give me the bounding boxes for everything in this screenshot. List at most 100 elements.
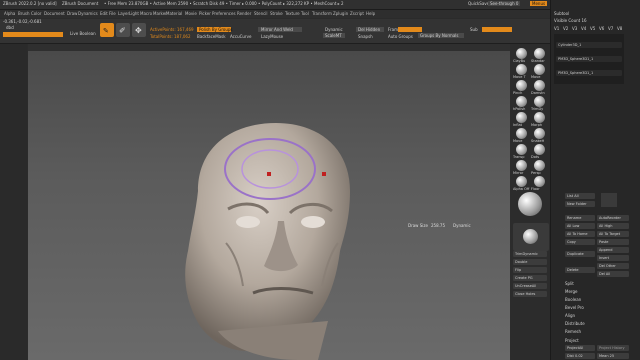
- geometry-option-4[interactable]: UnCreaseAll: [513, 283, 547, 289]
- bevel-pro-section[interactable]: Bevel Pro: [565, 305, 584, 310]
- tool-icon-15[interactable]: [534, 160, 545, 171]
- delete-button[interactable]: Delete: [565, 267, 595, 273]
- menu-brush[interactable]: Brush: [18, 11, 30, 16]
- geometry-option-5[interactable]: Close Holes: [513, 291, 547, 297]
- material-sphere-icon[interactable]: [518, 192, 542, 216]
- append-button[interactable]: Append: [597, 247, 629, 253]
- subdivision-slider[interactable]: [482, 27, 512, 32]
- geometry-option-1[interactable]: Double: [513, 259, 547, 265]
- version-tab-v7[interactable]: V7: [608, 26, 613, 31]
- tool-icon-13[interactable]: [534, 144, 545, 155]
- viewport-canvas[interactable]: Draw Size 258.75 Dynamic: [28, 51, 510, 360]
- all-low-button[interactable]: All Low: [565, 223, 595, 229]
- lazymouse-button[interactable]: LazyMouse: [261, 34, 283, 39]
- duplicate-button[interactable]: Duplicate: [565, 251, 595, 257]
- autoreorder-button[interactable]: AutoReorder: [597, 215, 629, 221]
- menu-preferences[interactable]: Preferences: [212, 11, 236, 16]
- tool-icon-10[interactable]: [516, 128, 527, 139]
- version-tab-v6[interactable]: V6: [599, 26, 604, 31]
- boolean-section[interactable]: Boolean: [565, 297, 581, 302]
- dist-slider[interactable]: Dist 0.02: [565, 353, 595, 359]
- menu-marker[interactable]: Marker: [153, 11, 167, 16]
- geometry-option-2[interactable]: Flip: [513, 267, 547, 273]
- rename-button[interactable]: Rename: [565, 215, 595, 221]
- project-history-button[interactable]: Project History: [597, 345, 629, 351]
- align-section[interactable]: Align: [565, 313, 575, 318]
- tool-icon-17[interactable]: [534, 176, 545, 187]
- subtool-header[interactable]: Subtool: [554, 11, 569, 16]
- tool-icon-7[interactable]: [534, 96, 545, 107]
- paste-button[interactable]: Paste: [597, 239, 629, 245]
- tool-icon-5[interactable]: [534, 80, 545, 91]
- menu-draw[interactable]: Draw: [67, 11, 77, 16]
- all-to-target-button[interactable]: All To Target: [597, 231, 629, 237]
- dynamic-button[interactable]: Dynamic: [325, 27, 343, 32]
- project-all-button[interactable]: ProjectAll: [565, 345, 595, 351]
- menu-layer[interactable]: Layer: [118, 11, 129, 16]
- menu-material[interactable]: Material: [166, 11, 182, 16]
- auto-groups-button[interactable]: Auto Groups: [388, 34, 413, 39]
- subtool-item-0[interactable]: Cylinder3D_1: [556, 42, 622, 48]
- menu-tool[interactable]: Tool: [301, 11, 309, 16]
- tool-icon-3[interactable]: [534, 64, 545, 75]
- merge-section[interactable]: Merge: [565, 289, 578, 294]
- menu-stencil[interactable]: Stencil: [254, 11, 268, 16]
- menu-transform[interactable]: Transform: [312, 11, 332, 16]
- list-all-button[interactable]: List All: [565, 193, 595, 199]
- menu-dynamics[interactable]: Dynamics: [78, 11, 98, 16]
- menu-picker[interactable]: Picker: [199, 11, 211, 16]
- del-all-button[interactable]: Del All: [597, 271, 629, 277]
- menu-light[interactable]: Light: [129, 11, 139, 16]
- version-tab-v2[interactable]: V2: [563, 26, 568, 31]
- version-tab-v5[interactable]: V5: [590, 26, 595, 31]
- menu-help[interactable]: Help: [366, 11, 375, 16]
- tool-icon-14[interactable]: [516, 160, 527, 171]
- frame-slider[interactable]: [398, 27, 422, 32]
- menu-color[interactable]: Color: [31, 11, 41, 16]
- tool-icon-11[interactable]: [534, 128, 545, 139]
- move-button[interactable]: ✥: [132, 23, 146, 37]
- quicksave-button[interactable]: QuickSave: [468, 1, 489, 6]
- version-tab-v1[interactable]: V1: [554, 26, 559, 31]
- del-other-button[interactable]: Del Other: [597, 263, 629, 269]
- version-tab-v8[interactable]: V8: [617, 26, 622, 31]
- tool-icon-12[interactable]: [516, 144, 527, 155]
- see-through-slider[interactable]: See-through 0: [488, 1, 521, 6]
- all-high-button[interactable]: All High: [597, 223, 629, 229]
- geometry-option-0[interactable]: TrimDynamic: [513, 251, 547, 257]
- draw-button[interactable]: ✐: [116, 23, 130, 37]
- menu-stroke[interactable]: Stroke: [270, 11, 283, 16]
- tool-icon-16[interactable]: [516, 176, 527, 187]
- tool-icon-0[interactable]: [516, 48, 527, 59]
- menu-alpha[interactable]: Alpha: [4, 11, 15, 16]
- subtool-arrows[interactable]: [601, 193, 617, 207]
- version-tab-v3[interactable]: V3: [572, 26, 577, 31]
- live-boolean-button[interactable]: Live Boolean: [70, 31, 96, 36]
- distribute-section[interactable]: Distribute: [565, 321, 585, 326]
- menus-button[interactable]: Menus: [530, 1, 548, 6]
- mean-slider[interactable]: Mean 25: [597, 353, 629, 359]
- backface-mask-button[interactable]: BackfaceMask: [197, 34, 226, 39]
- tool-icon-4[interactable]: [516, 80, 527, 91]
- subtool-item-1[interactable]: PM3D_Sphere3D1_1: [556, 56, 622, 62]
- menu-movie[interactable]: Movie: [185, 11, 197, 16]
- new-folder-button[interactable]: New Folder: [565, 201, 595, 207]
- remesh-section[interactable]: Remesh: [565, 329, 581, 334]
- menu-file[interactable]: File: [109, 11, 116, 16]
- menu-zscript[interactable]: Zscript: [350, 11, 364, 16]
- tool-icon-9[interactable]: [534, 112, 545, 123]
- project-section[interactable]: Project: [565, 338, 579, 343]
- trimdynamic-thumb[interactable]: [513, 223, 549, 251]
- draw-size-value[interactable]: 258.75: [431, 223, 445, 228]
- tool-icon-1[interactable]: [534, 48, 545, 59]
- edit-button[interactable]: ✎: [100, 23, 114, 37]
- copy-button[interactable]: Copy: [565, 239, 595, 245]
- menu-texture[interactable]: Texture: [285, 11, 300, 16]
- subtool-item-2[interactable]: PM3D_Sphere3D1_1: [556, 70, 622, 76]
- menu-edit[interactable]: Edit: [100, 11, 108, 16]
- dynamic-toggle[interactable]: Dynamic: [453, 223, 471, 228]
- accucurve-button[interactable]: AccuCurve: [230, 34, 251, 39]
- active-tool-slot[interactable]: [3, 32, 63, 37]
- menu-macro[interactable]: Macro: [140, 11, 152, 16]
- tool-icon-2[interactable]: [516, 64, 527, 75]
